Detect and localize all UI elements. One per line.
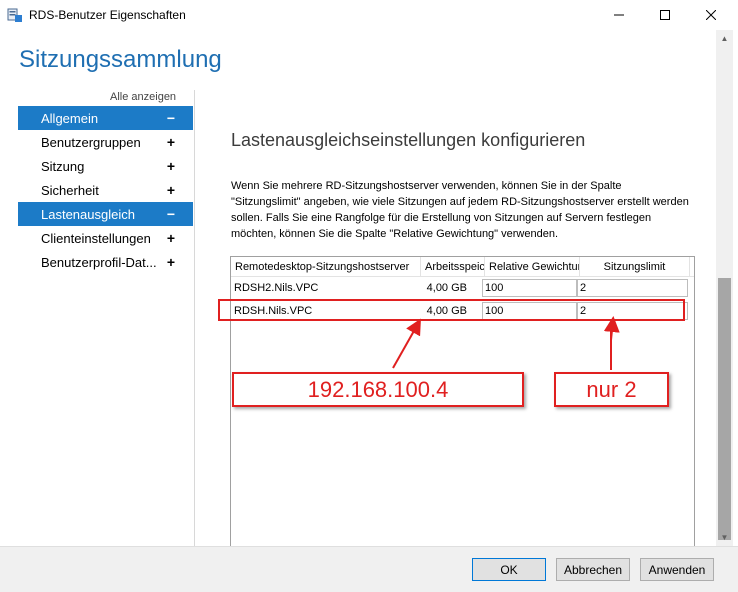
arrow-icon — [392, 318, 421, 369]
apply-button[interactable]: Anwenden — [640, 558, 714, 581]
annotation-arrows — [392, 316, 620, 370]
ok-button[interactable]: OK — [472, 558, 546, 581]
cancel-button[interactable]: Abbrechen — [556, 558, 630, 581]
dialog-footer: OK Abbrechen Anwenden — [0, 546, 738, 592]
